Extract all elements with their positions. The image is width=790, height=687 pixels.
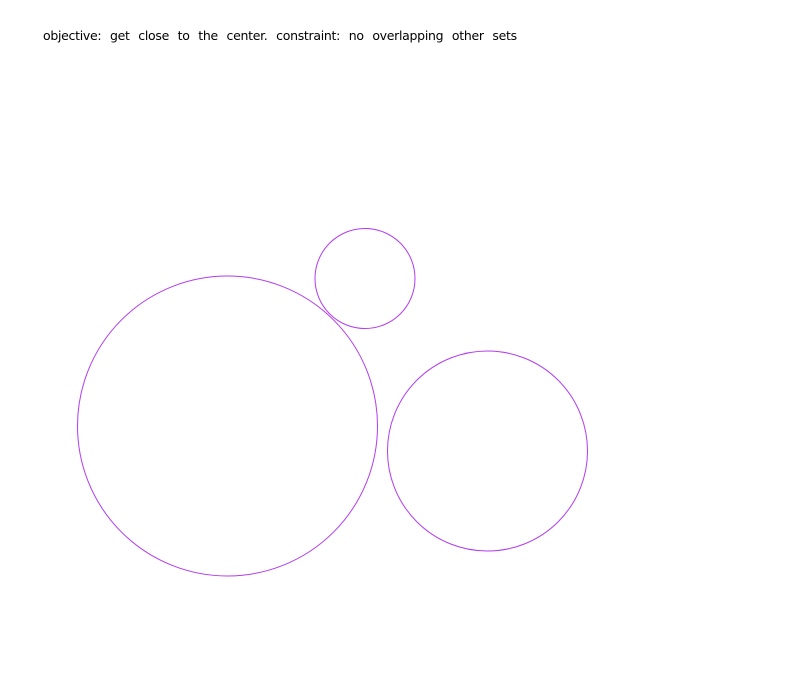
set-circle-medium[interactable] [387, 350, 588, 552]
set-circle-small[interactable] [314, 228, 416, 329]
diagram-canvas [77, 228, 588, 577]
set-circle-large[interactable] [77, 275, 378, 577]
